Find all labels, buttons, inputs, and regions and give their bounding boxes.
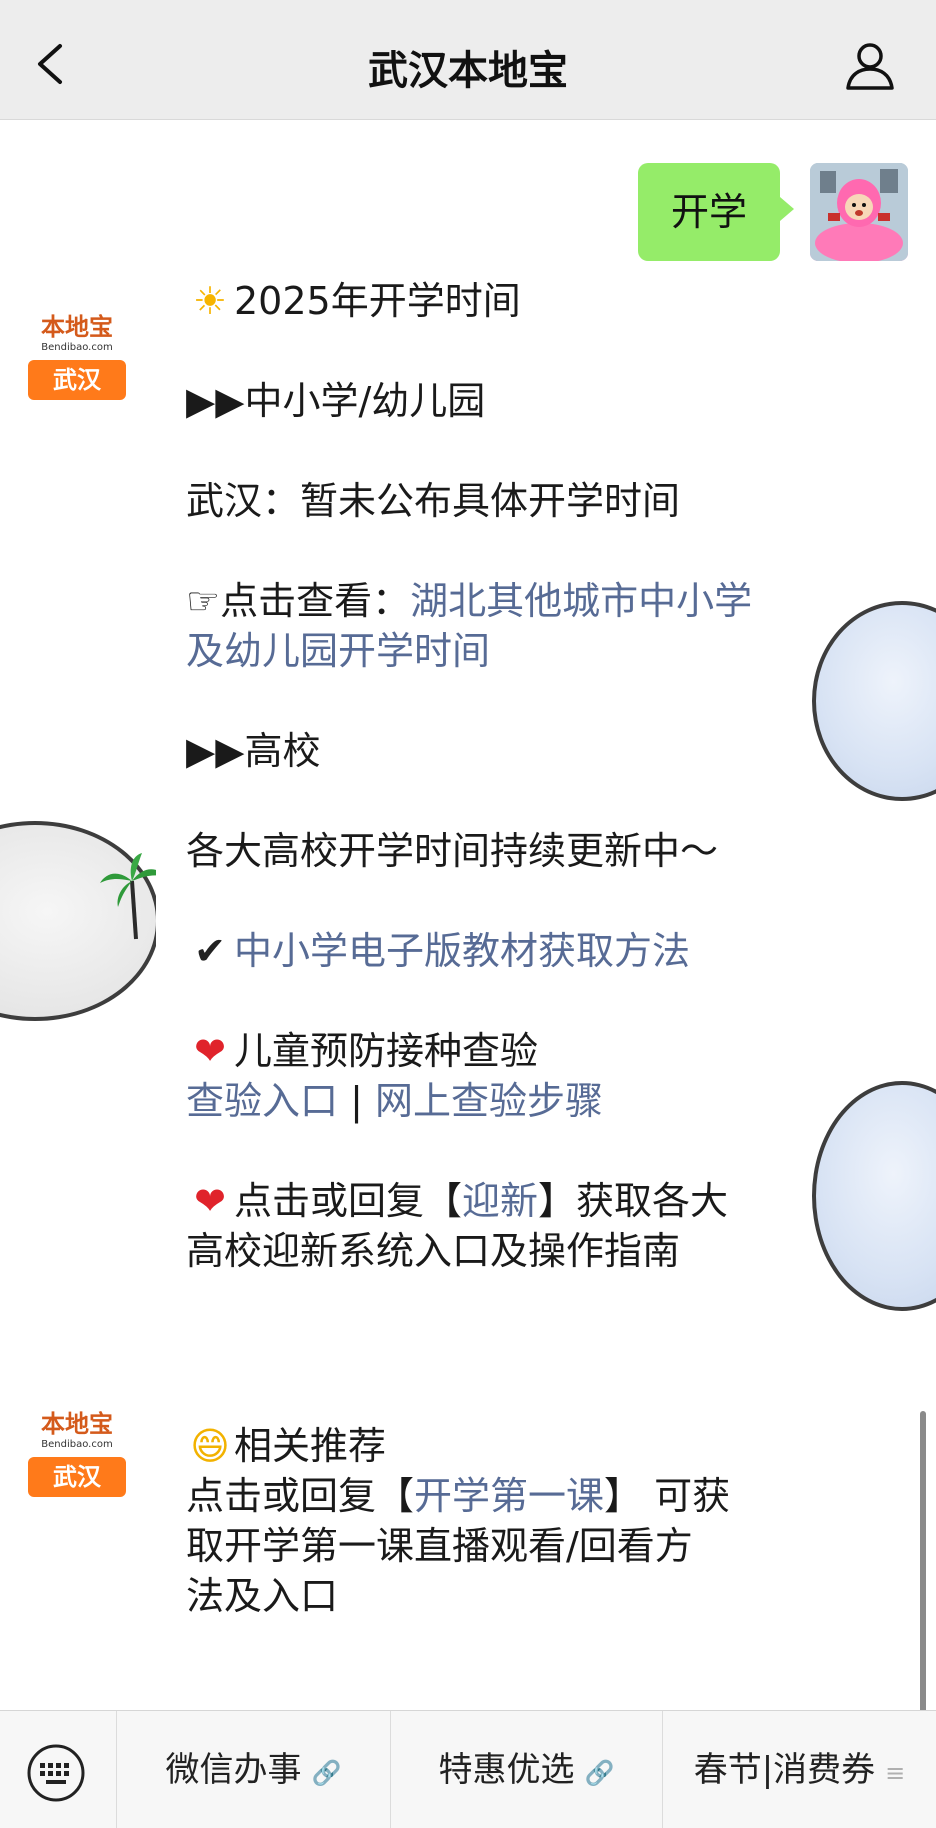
vaccine-title: 儿童预防接种查验 (234, 1029, 539, 1073)
heading-text: 2025年开学时间 (234, 279, 521, 323)
menu-item-label: 特惠优选 (438, 1750, 575, 1790)
other-cities-link-cont[interactable]: 及幼儿园开学时间 (186, 626, 780, 676)
other-cities-link[interactable]: 湖北其他城市中小学 (410, 579, 752, 623)
link-icon: 🔗 (584, 1759, 615, 1787)
ghost-sticker-image (812, 601, 936, 801)
vaccine-steps-link[interactable]: 网上查验步骤 (375, 1079, 603, 1123)
menu-item-label: 微信办事 (165, 1750, 302, 1790)
logo-city: 武汉 (28, 1457, 126, 1497)
logo-site: Bendibao.com (41, 342, 113, 353)
menu-item-deals[interactable]: 特惠优选 🔗 (390, 1711, 662, 1828)
user-avatar[interactable] (810, 163, 908, 261)
heart-icon: ❤ (194, 1179, 226, 1223)
account-avatar[interactable]: 本地宝 Bendibao.com 武汉 (28, 1411, 126, 1501)
section-title-schools: ▶▶中小学/幼儿园 (186, 379, 486, 423)
first-class-line-2: 取开学第一课直播观看/回看方 (186, 1524, 693, 1568)
chat-area[interactable]: 开学 本地宝 Bendibao.com 武汉 ☀ 2025年开学时间 ▶▶中小学/… (0, 121, 936, 1710)
vaccine-entry-link[interactable]: 查验入口 (186, 1079, 338, 1123)
logo-brand: 本地宝 (41, 315, 113, 341)
vaccine-separator: | (338, 1079, 375, 1123)
first-class-prefix: 点击或回复【 (186, 1474, 415, 1518)
menu-item-label: 春节|消费券 (693, 1750, 876, 1790)
welcome-line-2: 高校迎新系统入口及操作指南 (186, 1229, 681, 1273)
message-heading: ☀ 2025年开学时间 (186, 276, 780, 326)
recommend-title-line: 😄 相关推荐 (186, 1421, 780, 1471)
welcome-line: ❤ 点击或回复【迎新】获取各大 (186, 1176, 780, 1226)
click-prefix: ☞点击查看： (186, 579, 411, 623)
logo-top: 本地宝 Bendibao.com (28, 1411, 126, 1457)
nav-header: 武汉本地宝 (0, 0, 936, 120)
link-icon: 🔗 (311, 1759, 342, 1787)
textbook-link[interactable]: 中小学电子版教材获取方法 (234, 929, 690, 973)
sun-icon: ☀ (192, 279, 228, 323)
first-class-link[interactable]: 开学第一课 (414, 1474, 604, 1518)
heart-icon: ❤ (194, 1029, 226, 1073)
welcome-prefix: 点击或回复【 (234, 1179, 463, 1223)
wuhan-status-text: 武汉：暂未公布具体开学时间 (186, 479, 681, 523)
cartoon-avatar-icon (810, 163, 908, 261)
welcome-suffix: 】获取各大 (538, 1179, 729, 1223)
universities-text: 各大高校开学时间持续更新中～ (186, 829, 719, 873)
textbook-line: ✔ 中小学电子版教材获取方法 (186, 926, 780, 976)
logo-top: 本地宝 Bendibao.com (28, 314, 126, 360)
first-class-line-3: 法及入口 (186, 1574, 339, 1618)
vaccine-title-line: ❤ 儿童预防接种查验 (186, 1026, 780, 1076)
submenu-icon: ≡ (885, 1759, 906, 1787)
keyboard-toggle-button[interactable] (0, 1711, 116, 1828)
account-avatar[interactable]: 本地宝 Bendibao.com 武汉 (28, 314, 126, 404)
logo-site: Bendibao.com (41, 1439, 113, 1450)
grin-emoji-icon: 😄 (190, 1424, 230, 1468)
welcome-link[interactable]: 迎新 (462, 1179, 538, 1223)
first-class-suffix: 】 可获 (604, 1474, 731, 1518)
recommend-title: 相关推荐 (234, 1424, 387, 1468)
outgoing-message-bubble[interactable]: 开学 (638, 163, 794, 261)
incoming-message-bubble: ☀ 2025年开学时间 ▶▶中小学/幼儿园 武汉：暂未公布具体开学时间 ☞点击查看… (156, 276, 812, 1481)
incoming-message-bubble: 😄 相关推荐 点击或回复【开学第一课】 可获 取开学第一课直播观看/回看方 法及入… (156, 1421, 812, 1710)
profile-icon[interactable] (844, 42, 896, 90)
chat-title: 武汉本地宝 (368, 48, 568, 94)
keyboard-icon (27, 1744, 85, 1802)
first-class-line: 点击或回复【开学第一课】 可获 (186, 1471, 780, 1521)
vaccine-links-line: 查验入口 | 网上查验步骤 (186, 1076, 780, 1126)
section-title-universities: ▶▶高校 (186, 729, 321, 773)
menu-item-spring-coupons[interactable]: 春节|消费券 ≡ (662, 1711, 936, 1828)
logo-brand: 本地宝 (41, 1412, 113, 1438)
other-cities-line: ☞点击查看：湖北其他城市中小学 (186, 576, 780, 626)
check-icon: ✔ (194, 929, 226, 973)
bottom-menu: 微信办事 🔗 特惠优选 🔗 春节|消费券 ≡ (0, 1710, 936, 1828)
logo-city: 武汉 (28, 360, 126, 400)
ghost-sticker-image (812, 1081, 936, 1311)
menu-item-wechat-services[interactable]: 微信办事 🔗 (116, 1711, 390, 1828)
scrollbar[interactable] (920, 1411, 926, 1710)
